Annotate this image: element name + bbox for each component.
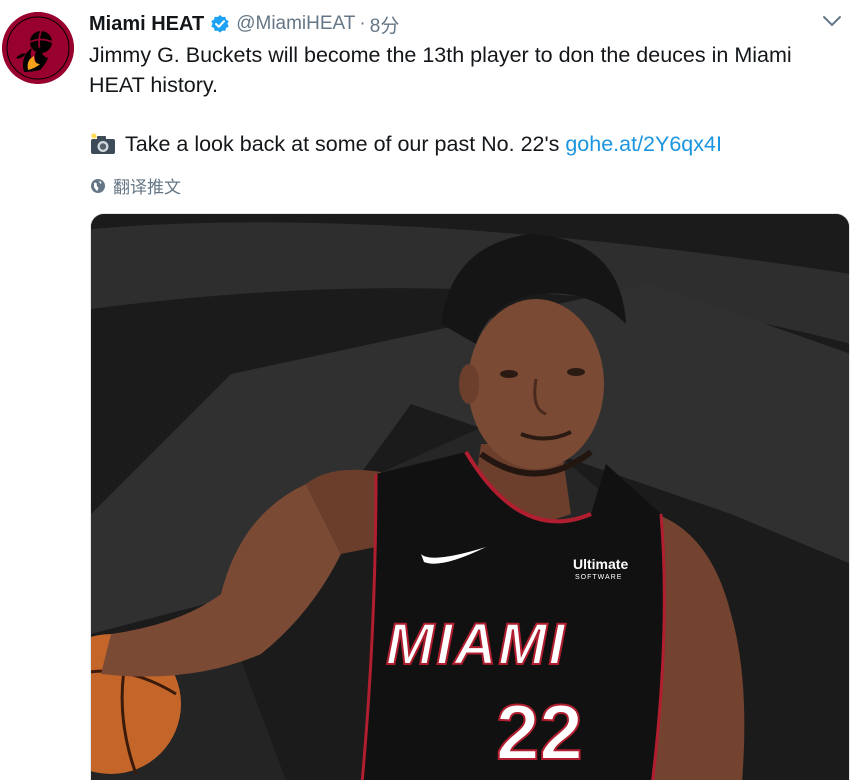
- translate-tweet-button[interactable]: 翻译推文: [90, 173, 181, 198]
- globe-icon: [91, 178, 105, 193]
- sponsor-text-1: Ultimate: [573, 556, 628, 572]
- heat-logo-icon: [2, 12, 74, 84]
- chevron-down-icon[interactable]: [822, 14, 842, 28]
- sponsor-text-2: SOFTWARE: [575, 574, 622, 581]
- jersey-number-text: 22: [496, 688, 583, 776]
- tweet-link[interactable]: gohe.at/2Y6qx4I: [565, 129, 722, 159]
- player-photo: Ultimate SOFTWARE MIAMI 22: [91, 214, 849, 780]
- verified-badge-icon: [210, 14, 230, 34]
- handle[interactable]: @MiamiHEAT: [236, 13, 355, 35]
- tweet-text-line-2-text: Take a look back at some of our past No.…: [125, 132, 560, 156]
- tweet-text: Jimmy G. Buckets will become the 13th pl…: [89, 43, 792, 97]
- jersey-brand-text: MIAMI: [386, 612, 567, 677]
- tweet-text-line-2: Take a look back at some of our past No.…: [89, 129, 722, 159]
- camera-flash-icon: [89, 133, 117, 155]
- separator: ·: [359, 13, 366, 34]
- timestamp[interactable]: 8分: [370, 11, 400, 38]
- translate-label: 翻译推文: [113, 178, 181, 197]
- tweet-header: Miami HEAT @MiamiHEAT · 8分: [89, 10, 399, 38]
- display-name[interactable]: Miami HEAT: [89, 13, 204, 36]
- avatar[interactable]: [2, 12, 74, 84]
- tweet-media-image[interactable]: Ultimate SOFTWARE MIAMI 22: [90, 213, 850, 780]
